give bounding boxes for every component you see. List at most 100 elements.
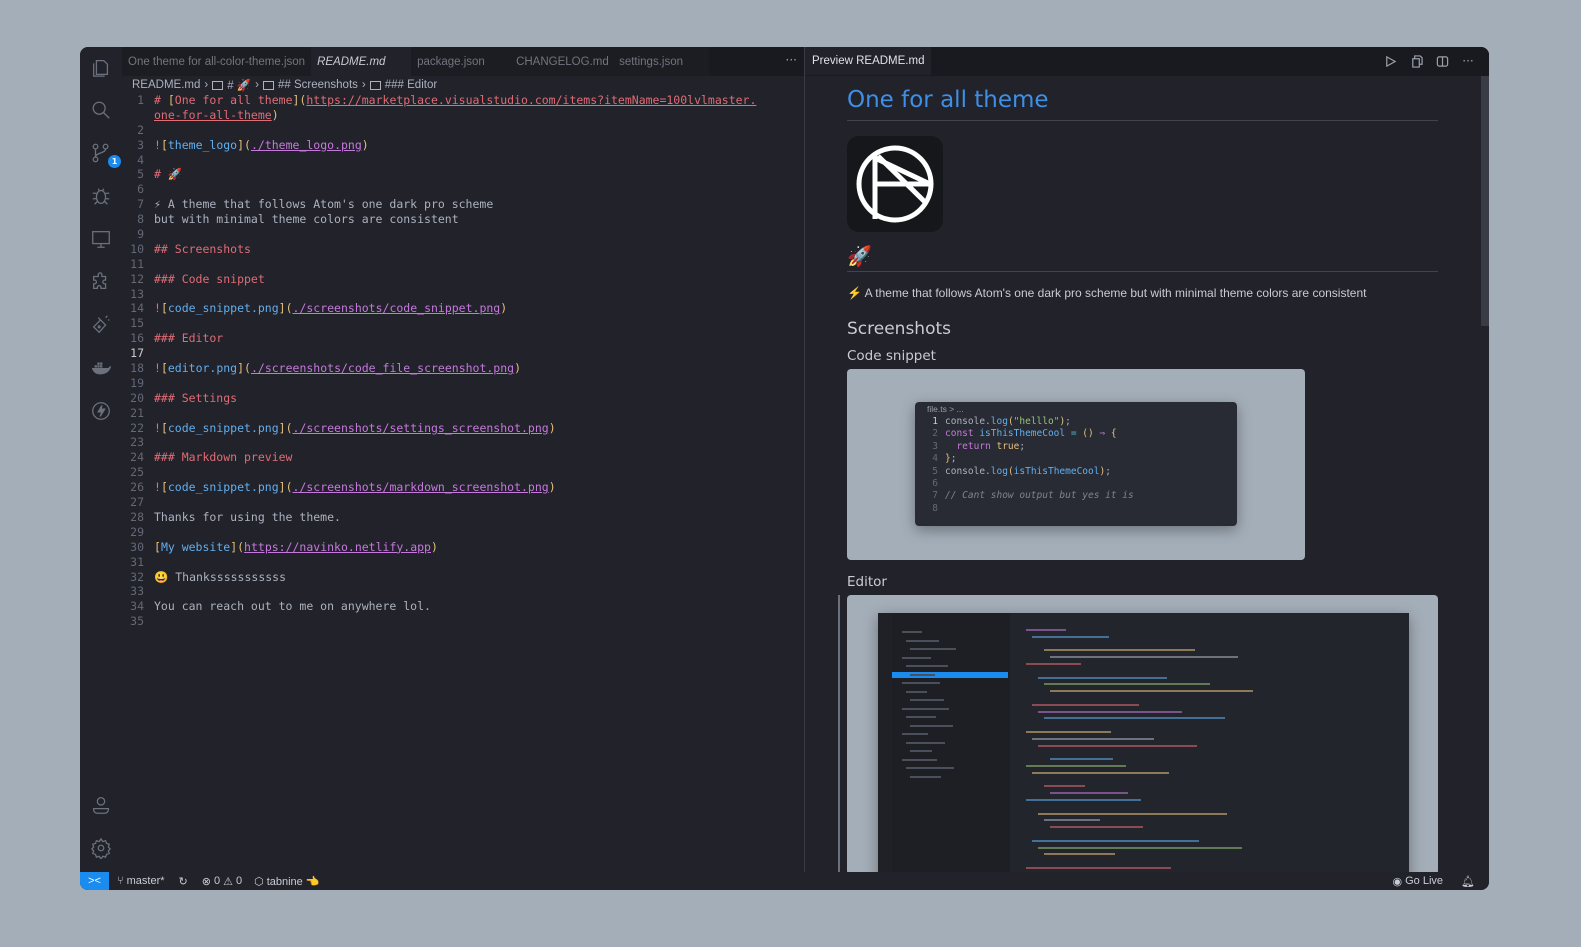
code-line[interactable]: 28 Thanks for using the theme. bbox=[122, 510, 805, 525]
code-token: ; bbox=[1065, 416, 1071, 427]
warning-count: 0 bbox=[235, 875, 243, 887]
account-icon[interactable] bbox=[89, 793, 113, 817]
more-icon[interactable]: ··· bbox=[1461, 54, 1475, 68]
code-token: log bbox=[990, 465, 1008, 477]
code-token: ! bbox=[154, 480, 161, 495]
tab-package-json[interactable]: package.json bbox=[411, 47, 511, 76]
remote-explorer-icon[interactable] bbox=[89, 227, 113, 251]
code-line[interactable]: 6 bbox=[122, 182, 805, 197]
breadcrumb-file[interactable]: README.md bbox=[132, 79, 200, 91]
line-number: 7 bbox=[137, 197, 144, 212]
code-line[interactable]: 14![code_snippet.png](./screenshots/code… bbox=[122, 301, 805, 316]
breadcrumb-item[interactable]: ### Editor bbox=[385, 79, 437, 91]
code-line[interactable]: 24 ### Markdown preview bbox=[122, 450, 805, 465]
branch-indicator[interactable]: ⑂ master* bbox=[117, 875, 165, 887]
snippet-line: 5 console. log(isThisThemeCool); bbox=[915, 466, 1134, 478]
problems-indicator[interactable]: ⊗ 0 ⚠ 0 bbox=[202, 875, 242, 888]
tab-preview-readme[interactable]: Preview README.md bbox=[805, 47, 932, 76]
code-line[interactable]: 16 ### Editor bbox=[122, 331, 805, 346]
testing-icon[interactable] bbox=[89, 313, 113, 337]
code-editor[interactable]: 1 # [One for all theme](https://marketpla… bbox=[122, 93, 805, 629]
code-line[interactable]: 25 bbox=[122, 465, 805, 480]
code-line[interactable]: 21 bbox=[122, 406, 805, 421]
code-line[interactable]: 8 but with minimal theme colors are consi… bbox=[122, 212, 805, 227]
code-line[interactable]: 35 bbox=[122, 614, 805, 629]
code-line[interactable]: 15 bbox=[122, 316, 805, 331]
code-line[interactable]: 30 [My website](https://navinko.netlify.a… bbox=[122, 540, 805, 555]
open-source-icon[interactable] bbox=[1409, 54, 1423, 68]
code-line[interactable]: 4 bbox=[122, 153, 805, 168]
code-token: You can reach out to me on anywhere lol. bbox=[154, 599, 431, 614]
code-token: ) bbox=[548, 480, 556, 495]
code-line[interactable]: 10 ## Screenshots bbox=[122, 242, 805, 257]
code-line[interactable]: 12 ### Code snippet bbox=[122, 272, 805, 287]
markdown-symbol-icon bbox=[262, 80, 274, 90]
debug-icon[interactable] bbox=[89, 184, 113, 208]
docker-icon[interactable] bbox=[89, 356, 113, 380]
snippet-line: 7 // Cant show output but yes it is bbox=[915, 490, 1133, 502]
code-line[interactable]: 19 bbox=[122, 376, 805, 391]
remote-indicator[interactable]: >< bbox=[80, 872, 109, 890]
breadcrumb-item[interactable]: ## Screenshots bbox=[278, 79, 358, 91]
chevron-right-icon: › bbox=[204, 79, 209, 91]
code-line[interactable]: 26![code_snippet.png](./screenshots/mark… bbox=[122, 480, 805, 495]
heading-screenshots: Screenshots bbox=[847, 319, 952, 339]
go-live-button[interactable]: ◉ Go Live bbox=[1393, 875, 1444, 888]
code-line[interactable]: 29 bbox=[122, 525, 805, 540]
code-line[interactable]: 3![theme_logo](./theme_logo.png) bbox=[122, 138, 805, 153]
mini-code-line bbox=[1044, 717, 1225, 720]
code-line[interactable]: 34 You can reach out to me on anywhere lo… bbox=[122, 599, 805, 614]
code-line[interactable]: 27 bbox=[122, 495, 805, 510]
tab-changelog[interactable]: CHANGELOG.md bbox=[510, 47, 614, 76]
breadcrumb-item[interactable]: # 🚀 bbox=[227, 78, 251, 92]
extensions-icon[interactable] bbox=[89, 270, 113, 294]
code-line[interactable]: 31 bbox=[122, 555, 805, 570]
mini-code-line bbox=[1044, 683, 1210, 686]
code-line[interactable]: 20 ### Settings bbox=[122, 391, 805, 406]
settings-gear-icon[interactable] bbox=[89, 836, 113, 860]
snippet-line: 4}; bbox=[915, 453, 1134, 465]
search-icon[interactable] bbox=[89, 98, 113, 122]
preview-scrollbar[interactable] bbox=[1481, 76, 1489, 326]
code-line[interactable]: 23 bbox=[122, 435, 805, 450]
code-line[interactable]: 17 bbox=[122, 346, 805, 361]
code-line[interactable]: 9 bbox=[122, 227, 805, 242]
line-number: 18 bbox=[130, 361, 144, 376]
code-line[interactable]: 22![code_snippet.png](./screenshots/sett… bbox=[122, 421, 805, 436]
explorer-icon[interactable] bbox=[89, 55, 113, 79]
chevron-right-icon: › bbox=[361, 79, 366, 91]
code-token: My website bbox=[160, 539, 231, 554]
line-number: 25 bbox=[130, 465, 144, 480]
code-line[interactable]: 5 # 🚀 bbox=[122, 167, 805, 182]
lightning-icon[interactable] bbox=[89, 399, 113, 423]
code-line[interactable]: 13 bbox=[122, 287, 805, 302]
mini-file-row bbox=[910, 648, 956, 650]
description-paragraph: ⚡ A theme that follows Atom's one dark p… bbox=[847, 286, 1367, 300]
split-editor-icon[interactable] bbox=[1435, 54, 1449, 68]
preview-title-link[interactable]: One for all theme bbox=[847, 87, 1438, 121]
code-line[interactable]: 7 ⚡ A theme that follows Atom's one dark … bbox=[122, 197, 805, 212]
sync-button[interactable]: ↻ bbox=[179, 875, 188, 888]
tabnine-indicator[interactable]: ⬡ tabnine 👈 bbox=[254, 875, 319, 888]
tab-color-theme-json[interactable]: One theme for all-color-theme.json bbox=[122, 47, 312, 76]
notifications-bell-icon[interactable]: 🔔︎ bbox=[1461, 875, 1475, 888]
mini-code-line bbox=[1032, 703, 1139, 706]
code-line[interactable]: 11 bbox=[122, 257, 805, 272]
source-control-icon[interactable]: 1 bbox=[89, 141, 121, 168]
code-line[interactable]: 18![editor.png](./screenshots/code_file_… bbox=[122, 361, 805, 376]
code-token: ./screenshots/code_file_screenshot.png bbox=[250, 361, 515, 376]
line-number: 35 bbox=[130, 614, 144, 629]
mini-file-row bbox=[902, 758, 937, 761]
tab-settings-json[interactable]: settings.json bbox=[613, 47, 710, 76]
more-actions-button[interactable]: ··· bbox=[786, 53, 797, 67]
snippet-line: 3 return true; bbox=[915, 441, 1134, 453]
code-line[interactable]: 1 # [One for all theme](https://marketpla… bbox=[122, 93, 805, 108]
run-icon[interactable] bbox=[1383, 54, 1397, 68]
code-line[interactable]: 2 bbox=[122, 123, 805, 138]
code-line[interactable]: one-for-all-theme) bbox=[122, 108, 805, 123]
tab-readme[interactable]: README.md bbox=[311, 47, 412, 76]
code-line[interactable]: 33 bbox=[122, 584, 805, 599]
code-token: ]( bbox=[237, 361, 251, 376]
code-line[interactable]: 32 😃 Thanksssssssssss bbox=[122, 570, 805, 585]
line-number: 17 bbox=[130, 346, 144, 361]
